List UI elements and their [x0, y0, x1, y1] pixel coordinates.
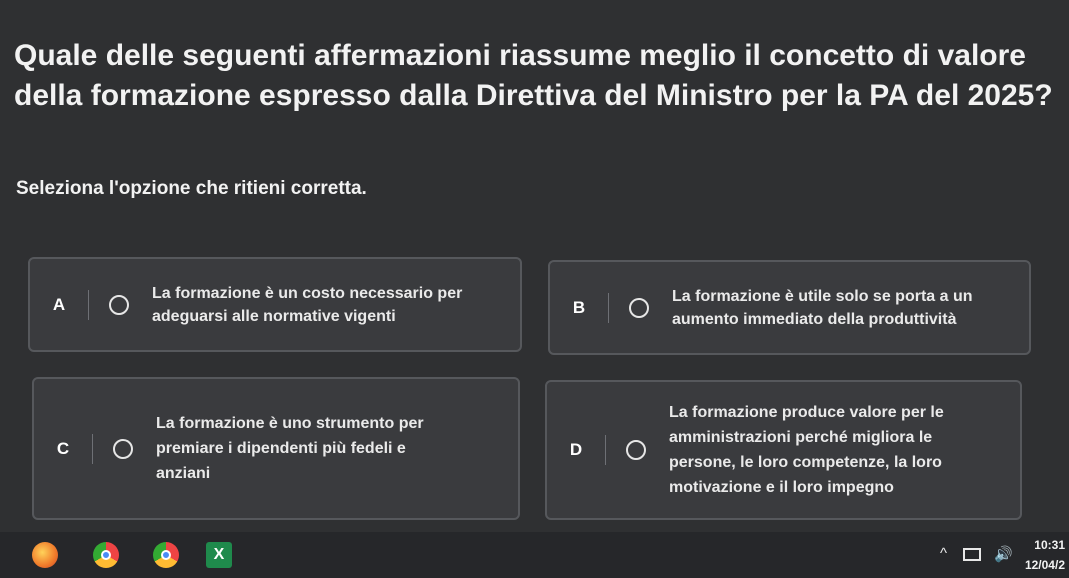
question-text: Quale delle seguenti affermazioni riassu…	[14, 39, 1053, 112]
radio-button[interactable]	[626, 440, 646, 460]
chrome-icon[interactable]	[153, 542, 179, 568]
option-divider	[605, 435, 606, 465]
chevron-up-icon[interactable]: ^	[940, 545, 947, 562]
option-divider	[92, 433, 93, 464]
option-letter: B	[572, 297, 586, 317]
option-letter: A	[52, 294, 66, 314]
network-icon[interactable]	[963, 548, 981, 561]
instruction-text: Seleziona l'opzione che ritieni corretta…	[16, 178, 367, 199]
chrome-icon[interactable]	[93, 542, 119, 568]
option-letter: C	[56, 438, 70, 458]
clock-date[interactable]: 12/04/2	[1025, 558, 1065, 572]
taskbar: X ^ 🔊 10:31 12/04/2	[0, 532, 1069, 578]
firefox-icon[interactable]	[32, 542, 58, 568]
radio-button[interactable]	[113, 438, 133, 459]
option-d[interactable]: D La formazione produce valore per le am…	[545, 380, 1022, 520]
option-letter: D	[569, 440, 583, 459]
clock-time[interactable]: 10:31	[1034, 538, 1065, 552]
volume-icon[interactable]: 🔊	[994, 545, 1013, 563]
excel-icon[interactable]: X	[206, 542, 232, 568]
radio-button[interactable]	[109, 294, 129, 315]
option-text: La formazione produce valore per le ammi…	[669, 404, 944, 496]
option-divider	[608, 292, 609, 323]
option-text: La formazione è utile solo se porta a un…	[672, 287, 973, 328]
radio-button[interactable]	[629, 297, 649, 318]
option-b[interactable]: B La formazione è utile solo se porta a …	[548, 260, 1031, 355]
option-c[interactable]: C La formazione è uno strumento per prem…	[32, 377, 520, 520]
option-a[interactable]: A La formazione è un costo necessario pe…	[28, 257, 522, 352]
option-divider	[88, 289, 89, 320]
option-text: La formazione è uno strumento per premia…	[156, 415, 424, 482]
option-text: La formazione è un costo necessario per …	[152, 284, 463, 325]
